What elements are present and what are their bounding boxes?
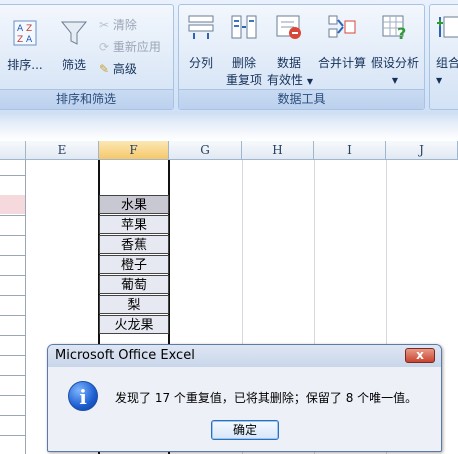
grid-row-line — [0, 375, 25, 376]
dropdown-arrow-icon: ▼ — [306, 77, 313, 86]
reapply-icon: ⟳ — [99, 40, 110, 54]
grid-row-line — [0, 315, 25, 316]
svg-text:?: ? — [397, 24, 406, 41]
left-highlight-cell — [0, 195, 25, 214]
remove-duplicates-label-1: 删除 — [231, 56, 256, 70]
group-button[interactable]: 组合 ▼ — [436, 13, 458, 89]
text-to-columns-button[interactable]: 分列 — [181, 13, 221, 72]
group-data-tools: 分列 删除 重复项 数据 有效性 ▼ 合并计算 ? 假设分析 ▼ 数据工具 — [178, 4, 425, 110]
sort-icon: A Z Z A — [13, 20, 37, 46]
funnel-icon — [60, 21, 88, 45]
consolidate-button[interactable]: 合并计算 — [315, 13, 369, 72]
clear-filter-button[interactable]: ✂ 清除 — [99, 16, 137, 33]
dialog-message: 发现了 17 个重复值，已将其删除；保留了 8 个唯一值。 — [115, 391, 418, 405]
filter-button[interactable]: 筛选 — [55, 19, 93, 74]
group-label: 组合 — [436, 56, 458, 70]
cell-f8[interactable]: 葡萄 — [99, 275, 169, 294]
grid-row-line — [0, 255, 25, 256]
text-to-columns-label: 分列 — [188, 56, 213, 70]
grid-row-line — [0, 415, 25, 416]
group-sort-filter: A Z Z A 排序... 筛选 ✂ 清除 ⟳ 重新应用 ✎ 高级 排序和筛选 — [0, 4, 174, 110]
sort-button[interactable]: A Z Z A 排序... — [5, 19, 45, 74]
remove-duplicates-button[interactable]: 删除 重复项 — [223, 13, 265, 89]
ribbon-bottom-gradient — [0, 113, 458, 141]
cell-f10[interactable]: 火龙果 — [99, 315, 169, 334]
dialog-titlebar[interactable]: Microsoft Office Excel x — [48, 345, 441, 367]
cell-f9[interactable]: 梨 — [99, 295, 169, 314]
cell-f7[interactable]: 橙子 — [99, 255, 169, 274]
advanced-icon: ✎ — [99, 62, 110, 76]
reapply-label: 重新应用 — [112, 40, 161, 54]
remove-duplicates-label-2: 重复项 — [225, 73, 262, 87]
sort-label: 排序... — [7, 58, 43, 72]
what-if-analysis-button[interactable]: ? 假设分析 ▼ — [369, 13, 421, 89]
dialog-close-button[interactable]: x — [405, 348, 435, 363]
dialog-title: Microsoft Office Excel — [55, 348, 195, 363]
group-dropdown-icon: ▼ — [436, 76, 443, 85]
what-if-icon: ? — [382, 15, 406, 41]
consolidate-icon — [328, 15, 356, 38]
svg-text:A: A — [17, 24, 24, 34]
grid-row-line — [0, 355, 25, 356]
grid-row-line — [0, 395, 25, 396]
left-column-border — [25, 160, 26, 454]
column-header-left[interactable] — [0, 141, 26, 160]
what-if-dropdown-icon: ▼ — [391, 76, 399, 85]
clear-label: 清除 — [112, 18, 137, 32]
remove-duplicates-icon — [231, 15, 257, 39]
grid-row-line — [0, 275, 25, 276]
filter-label: 筛选 — [61, 58, 86, 72]
grid-row-line — [0, 235, 25, 236]
advanced-label: 高级 — [112, 62, 137, 76]
column-header-f[interactable]: F — [99, 141, 169, 160]
grid-row-line — [0, 295, 25, 296]
advanced-filter-button[interactable]: ✎ 高级 — [99, 60, 137, 77]
grid-row-line — [0, 175, 25, 176]
data-validation-label-2: 有效性 ▼ — [267, 73, 313, 87]
grid-row-line — [0, 335, 25, 336]
ok-button[interactable]: 确定 — [211, 420, 279, 440]
message-dialog: Microsoft Office Excel x i 发现了 17 个重复值，已… — [47, 344, 442, 452]
data-validation-button[interactable]: 数据 有效性 ▼ — [267, 13, 313, 90]
grid-row-line — [0, 215, 25, 216]
consolidate-label: 合并计算 — [317, 56, 366, 70]
svg-text:Z: Z — [17, 35, 23, 45]
info-icon: i — [68, 381, 98, 411]
group-outline: 组合 ▼ — [429, 4, 458, 110]
cell-f5[interactable]: 苹果 — [99, 215, 169, 234]
grid-row-line — [0, 435, 25, 436]
data-validation-icon — [276, 15, 301, 39]
group-title-sort-filter: 排序和筛选 — [0, 89, 173, 109]
column-header-h[interactable]: H — [242, 141, 314, 160]
ribbon: A Z Z A 排序... 筛选 ✂ 清除 ⟳ 重新应用 ✎ 高级 排序和筛选 — [0, 0, 458, 113]
column-header-g[interactable]: G — [169, 141, 242, 160]
what-if-label: 假设分析 — [370, 56, 419, 70]
text-to-columns-icon — [188, 15, 214, 39]
group-title-data-tools: 数据工具 — [179, 89, 424, 109]
cell-f4[interactable]: 水果 — [99, 195, 169, 214]
data-validation-label-1: 数据 — [276, 56, 301, 70]
svg-text:A: A — [26, 35, 33, 45]
column-header-e[interactable]: E — [26, 141, 99, 160]
svg-text:Z: Z — [26, 24, 32, 34]
reapply-button[interactable]: ⟳ 重新应用 — [99, 38, 161, 55]
cell-f6[interactable]: 香蕉 — [99, 235, 169, 254]
clear-icon: ✂ — [99, 18, 110, 32]
column-header-j[interactable]: J — [386, 141, 458, 160]
group-icon — [437, 16, 458, 38]
column-header-i[interactable]: I — [314, 141, 386, 160]
